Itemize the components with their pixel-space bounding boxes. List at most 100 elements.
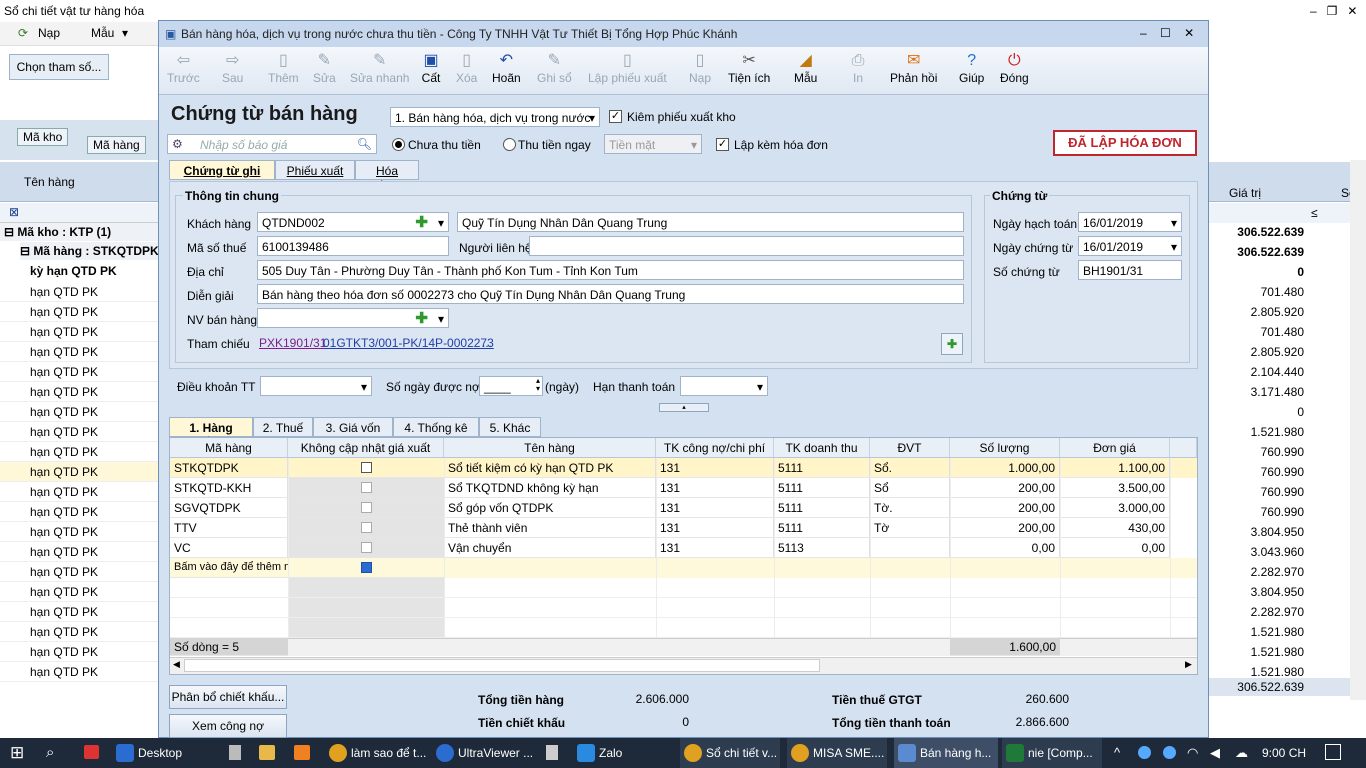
- group-row-hang[interactable]: ⊟ Mã hàng : STKQTDPK: [20, 242, 160, 260]
- col-gia-tri[interactable]: Giá trị: [1229, 186, 1261, 200]
- plus-icon[interactable]: ✚: [415, 309, 428, 327]
- bg-row[interactable]: hạn QTD PK: [0, 342, 160, 362]
- template-button[interactable]: ◢ Mẫu: [794, 51, 817, 85]
- taxcode-input[interactable]: 6100139486: [257, 236, 449, 256]
- quote-search-input[interactable]: Nhập số báo giá ⚙ 🔍︎: [167, 134, 377, 154]
- grid-header-2[interactable]: Tên hàng: [444, 438, 656, 458]
- bg-row[interactable]: hạn QTD PK: [0, 322, 160, 342]
- not-update-checkbox[interactable]: [360, 542, 372, 553]
- export-checkbox[interactable]: ✓: [609, 110, 622, 123]
- paid-radio[interactable]: [503, 138, 516, 151]
- dialog-controls[interactable]: – ☐ ✕: [1140, 26, 1194, 40]
- grid-header-6[interactable]: Số lượng: [950, 438, 1060, 458]
- search-icon[interactable]: ⌕: [46, 744, 54, 761]
- grid-cell-checkbox[interactable]: [288, 518, 444, 538]
- taskbar-chrome-2[interactable]: Sổ chi tiết v...: [680, 738, 780, 768]
- taskbar-zalo[interactable]: Zalo: [573, 738, 653, 768]
- post-button[interactable]: ✎ Ghi sổ: [537, 51, 572, 85]
- grid-header-1[interactable]: Không cập nhật giá xuất: [288, 438, 444, 458]
- tab-1[interactable]: Phiếu xuất: [275, 160, 355, 180]
- grid-cell[interactable]: 131: [656, 538, 774, 558]
- grid-cell[interactable]: [870, 538, 950, 558]
- bg-nap-button[interactable]: Nạp: [38, 26, 60, 40]
- search-icon[interactable]: 🔍︎: [357, 137, 372, 151]
- not-update-checkbox[interactable]: [360, 462, 372, 473]
- bg-row[interactable]: hạn QTD PK: [0, 642, 160, 662]
- description-input[interactable]: Bán hàng theo hóa đơn số 0002273 cho Quỹ…: [257, 284, 964, 304]
- voucher-no-input[interactable]: BH1901/31: [1078, 260, 1182, 280]
- undo-button[interactable]: ↶ Hoãn: [492, 51, 521, 85]
- grid-header-5[interactable]: ĐVT: [870, 438, 950, 458]
- contact-input[interactable]: [529, 236, 964, 256]
- customer-code-input[interactable]: QTDND002 ✚ ▾: [257, 212, 449, 232]
- grid-cell[interactable]: TTV: [170, 518, 288, 538]
- bg-row[interactable]: hạn QTD PK: [0, 562, 160, 582]
- voucher-type-select[interactable]: 1. Bán hàng hóa, dịch vụ trong nước ▾: [390, 107, 600, 127]
- taskbar-chrome-1[interactable]: làm sao để t...: [325, 738, 426, 768]
- tab-2[interactable]: Hóa đơn: [355, 160, 419, 192]
- grid-cell[interactable]: Sổ góp vốn QTDPK: [444, 498, 656, 518]
- collapse-handle[interactable]: ▴: [659, 403, 709, 412]
- payment-method-select[interactable]: Tiền mặt ▾: [604, 134, 702, 154]
- grid-cell[interactable]: Sổ tiết kiệm có kỳ hạn QTD PK: [444, 458, 656, 478]
- grid-cell[interactable]: Sổ.: [870, 458, 950, 478]
- grid-cell[interactable]: 131: [656, 518, 774, 538]
- tray-chevron-icon[interactable]: ^: [1114, 745, 1120, 760]
- bg-row[interactable]: hạn QTD PK: [0, 282, 160, 302]
- grid-cell[interactable]: 5111: [774, 458, 870, 478]
- explorer-icon[interactable]: [259, 745, 275, 760]
- customer-name-input[interactable]: Quỹ Tín Dụng Nhân Dân Quang Trung: [457, 212, 964, 232]
- scroll-right-icon[interactable]: ▶: [1185, 659, 1192, 670]
- not-update-checkbox[interactable]: [360, 502, 372, 513]
- detail-tab-0[interactable]: 1. Hàng tiền: [169, 417, 253, 449]
- bg-right-filter[interactable]: ≤: [1207, 203, 1366, 223]
- grid-cell-checkbox[interactable]: [288, 558, 444, 578]
- save-button[interactable]: ▣ Cất: [421, 51, 441, 85]
- bg-row[interactable]: hạn QTD PK: [0, 502, 160, 522]
- bg-row[interactable]: hạn QTD PK: [0, 302, 160, 322]
- taskbar-excel[interactable]: nie [Comp...: [1002, 738, 1102, 768]
- detail-tab-4[interactable]: 5. Khác: [479, 417, 541, 437]
- grid-cell[interactable]: 200,00: [950, 518, 1060, 538]
- next-button[interactable]: ⇨ Sau: [222, 51, 243, 85]
- bg-row[interactable]: hạn QTD PK: [0, 582, 160, 602]
- grid-cell-checkbox[interactable]: [288, 458, 444, 478]
- grid-cell[interactable]: 5111: [774, 498, 870, 518]
- clock[interactable]: 9:00 CH: [1262, 746, 1306, 760]
- payment-terms-select[interactable]: ▾: [260, 376, 372, 396]
- voucher-date-input[interactable]: 16/01/2019 ▾: [1078, 236, 1182, 256]
- quick-edit-button[interactable]: ✎ Sửa nhanh: [350, 51, 409, 85]
- posting-date-input[interactable]: 16/01/2019 ▾: [1078, 212, 1182, 232]
- taskbar-misa[interactable]: MISA SME....: [787, 738, 887, 768]
- bg-row[interactable]: hạn QTD PK: [0, 382, 160, 402]
- app-icon[interactable]: [84, 745, 99, 759]
- grid-cell-checkbox[interactable]: [288, 498, 444, 518]
- app-icon[interactable]: [294, 745, 310, 760]
- group-chip-hang[interactable]: Mã hàng: [87, 136, 146, 154]
- windows-start-icon[interactable]: ⊞: [10, 743, 24, 763]
- grid-cell[interactable]: Sổ TKQTDND không kỳ hạn: [444, 478, 656, 498]
- grid-cell[interactable]: Vận chuyển: [444, 538, 656, 558]
- taskbar-sales-voucher[interactable]: Bán hàng h...: [894, 738, 998, 768]
- grid-cell-checkbox[interactable]: [288, 538, 444, 558]
- unpaid-radio[interactable]: [392, 138, 405, 151]
- wifi-icon[interactable]: ◠: [1187, 745, 1198, 761]
- grid-cell[interactable]: 131: [656, 478, 774, 498]
- notification-icon[interactable]: [1325, 744, 1341, 760]
- bg-row[interactable]: hạn QTD PK: [0, 422, 160, 442]
- tab-0[interactable]: Chứng từ ghi nợ: [169, 160, 275, 192]
- plus-icon[interactable]: ✚: [415, 213, 428, 231]
- group-chip-kho[interactable]: Mã kho: [17, 128, 69, 146]
- grid-cell[interactable]: 3.000,00: [1060, 498, 1170, 518]
- bg-row[interactable]: hạn QTD PK: [0, 522, 160, 542]
- help-button[interactable]: ? Giúp: [959, 51, 984, 85]
- bg-row[interactable]: hạn QTD PK: [0, 622, 160, 642]
- grid-cell[interactable]: 5111: [774, 478, 870, 498]
- tray-app-icon[interactable]: [1138, 746, 1151, 759]
- salesperson-input[interactable]: ✚ ▾: [257, 308, 449, 328]
- col-ten-hang[interactable]: Tên hàng: [24, 175, 75, 189]
- grid-cell[interactable]: 0,00: [950, 538, 1060, 558]
- bg-row[interactable]: hạn QTD PK: [0, 442, 160, 462]
- grid-cell[interactable]: 200,00: [950, 478, 1060, 498]
- add-reference-button[interactable]: ✚: [941, 333, 963, 355]
